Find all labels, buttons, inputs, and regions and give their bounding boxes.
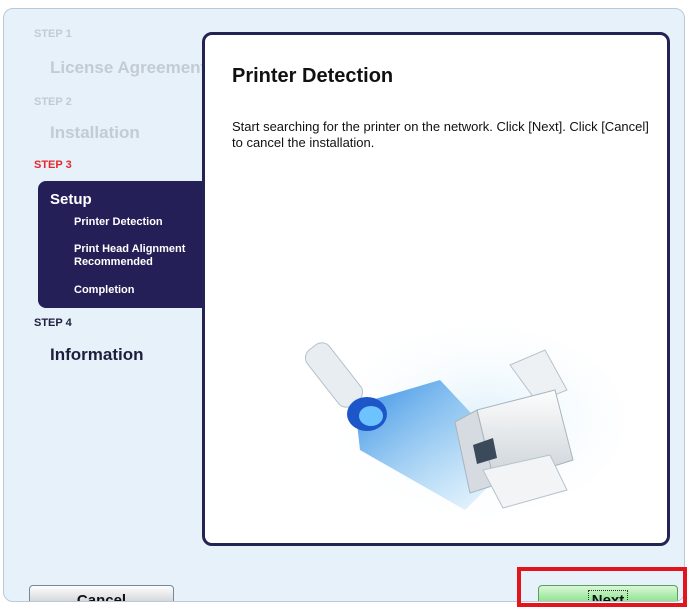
step4-label: STEP 4 (34, 317, 72, 329)
content-panel: Printer Detection Start searching for th… (202, 32, 670, 546)
substep-print-head-alignment: Print Head Alignment Recommended (74, 243, 186, 268)
installer-window: STEP 1 License Agreement STEP 2 Installa… (3, 8, 685, 602)
step2-title: Installation (50, 123, 140, 142)
page-title: Printer Detection (232, 65, 394, 87)
substep-printer-detection: Printer Detection (74, 216, 163, 228)
substep-completion: Completion (74, 284, 135, 296)
step1-title: License Agreement (50, 58, 202, 77)
cancel-button[interactable]: Cancel (29, 585, 174, 601)
instruction-text: Start searching for the printer on the n… (232, 119, 649, 150)
step3-label: STEP 3 (34, 159, 72, 171)
step3-title: Setup (50, 191, 92, 208)
active-step-panel: Setup Printer Detection Print Head Align… (38, 181, 213, 308)
step2-label: STEP 2 (34, 96, 72, 108)
next-button-highlight (517, 567, 687, 607)
printer-detection-illustration (305, 320, 625, 520)
step4-title: Information (50, 345, 144, 364)
step1-label: STEP 1 (34, 28, 72, 40)
